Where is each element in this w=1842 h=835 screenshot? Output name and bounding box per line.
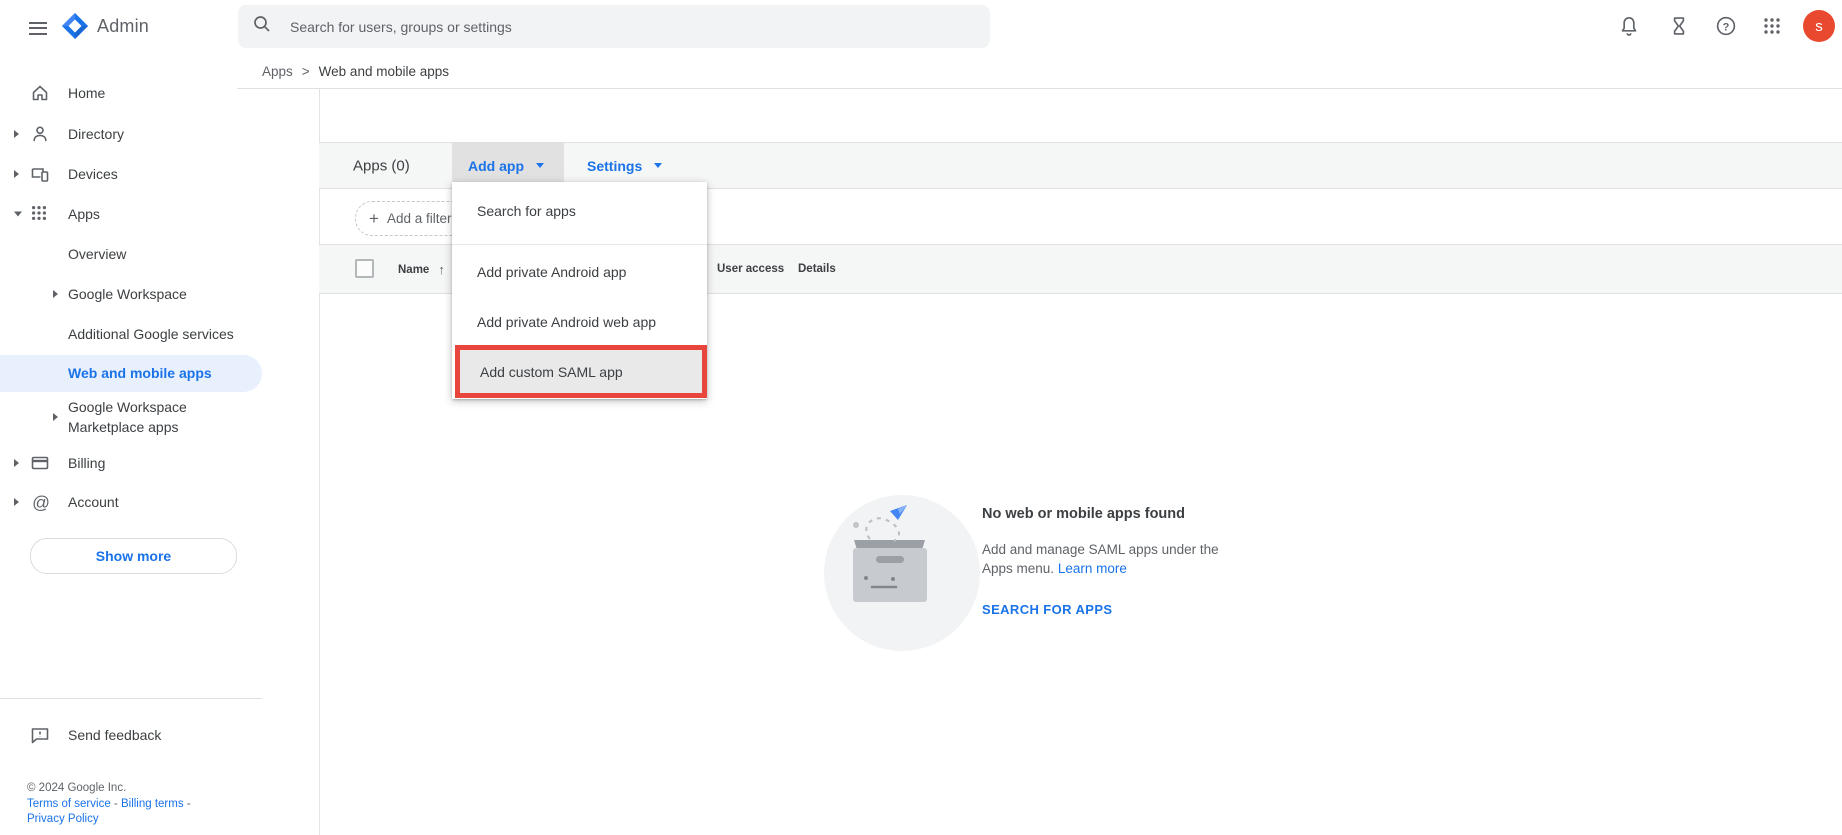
- google-admin-logo-icon: [59, 10, 91, 47]
- empty-state-description: Add and manage SAML apps under the Apps …: [982, 542, 1219, 576]
- copyright-text: © 2024 Google Inc.: [27, 782, 127, 794]
- column-header-details: Details: [798, 263, 836, 275]
- chevron-right-icon: [53, 413, 58, 421]
- menu-item-add-custom-saml-app[interactable]: Add custom SAML app: [460, 350, 702, 393]
- sidebar-item-account[interactable]: @ Account: [0, 482, 319, 522]
- home-icon: [30, 83, 50, 103]
- sidebar-divider: [319, 88, 320, 835]
- billing-terms-link[interactable]: Billing terms: [121, 798, 184, 810]
- avatar-initial: s: [1815, 17, 1823, 35]
- plus-icon: +: [369, 208, 379, 228]
- hamburger-menu-button[interactable]: [29, 18, 47, 38]
- chevron-right-icon: [14, 459, 19, 467]
- apps-grid-icon: [30, 204, 50, 224]
- google-apps-grid-icon[interactable]: [1760, 14, 1784, 38]
- help-icon[interactable]: ?: [1714, 14, 1738, 38]
- notifications-bell-icon[interactable]: [1617, 14, 1641, 38]
- search-for-apps-action-link[interactable]: SEARCH FOR APPS: [982, 602, 1112, 617]
- sidebar-item-marketplace-apps[interactable]: Google Workspace Marketplace apps: [0, 392, 319, 442]
- annotation-highlight-box: Add custom SAML app: [455, 345, 707, 398]
- column-header-name[interactable]: Name ↑: [398, 262, 445, 277]
- sidebar-item-billing[interactable]: Billing: [0, 443, 319, 483]
- search-input[interactable]: [288, 17, 932, 36]
- sort-ascending-icon: ↑: [438, 262, 445, 277]
- devices-icon: [30, 164, 50, 184]
- chevron-right-icon: [14, 498, 19, 506]
- sidebar-item-web-and-mobile-apps[interactable]: Web and mobile apps: [0, 353, 319, 393]
- sidebar-footer-divider: [0, 698, 262, 699]
- chevron-right-icon: [53, 290, 58, 298]
- send-feedback-button[interactable]: Send feedback: [0, 715, 319, 755]
- menu-item-search-for-apps[interactable]: Search for apps: [452, 189, 707, 233]
- product-title: Admin: [97, 16, 150, 36]
- show-more-button[interactable]: Show more: [30, 538, 237, 574]
- select-all-checkbox[interactable]: [355, 259, 374, 278]
- sidebar-item-overview[interactable]: Overview: [0, 234, 319, 274]
- empty-box-illustration: [824, 495, 984, 660]
- privacy-policy-link[interactable]: Privacy Policy: [27, 813, 99, 825]
- page-title: Apps (0): [353, 157, 410, 174]
- add-app-menu: Search for apps Add private Android app …: [452, 182, 707, 399]
- footer-links: Terms of service - Billing terms - Priva…: [27, 798, 191, 825]
- chevron-down-icon: [14, 211, 22, 217]
- sidebar-item-home[interactable]: Home: [0, 73, 319, 113]
- learn-more-link[interactable]: Learn more: [1058, 561, 1127, 576]
- settings-dropdown-button[interactable]: Settings: [587, 158, 663, 174]
- account-avatar[interactable]: s: [1803, 10, 1835, 42]
- menu-divider: [452, 244, 707, 245]
- breadcrumb-current: Web and mobile apps: [318, 64, 450, 79]
- chevron-right-icon: [14, 130, 19, 138]
- sidebar-item-google-workspace[interactable]: Google Workspace: [0, 274, 319, 314]
- terms-of-service-link[interactable]: Terms of service: [27, 798, 111, 810]
- menu-item-add-private-android-app[interactable]: Add private Android app: [452, 250, 707, 294]
- search-icon: [252, 14, 272, 39]
- global-search[interactable]: [238, 5, 990, 48]
- directory-person-icon: [30, 124, 50, 144]
- google-admin-console: Admin ? s Apps: [0, 0, 1842, 835]
- svg-text:@: @: [32, 493, 50, 513]
- empty-state-title: No web or mobile apps found: [982, 506, 1185, 522]
- sidebar-item-devices[interactable]: Devices: [0, 154, 319, 194]
- pending-tasks-hourglass-icon[interactable]: [1667, 14, 1691, 38]
- header-divider: [237, 88, 1842, 89]
- chevron-right-icon: [14, 170, 19, 178]
- sidebar-item-directory[interactable]: Directory: [0, 114, 319, 154]
- menu-item-add-private-android-web-app[interactable]: Add private Android web app: [452, 300, 707, 344]
- billing-card-icon: [30, 453, 50, 473]
- feedback-icon: [30, 725, 50, 745]
- sidebar-item-additional-google-services[interactable]: Additional Google services: [0, 314, 319, 354]
- dropdown-arrow-icon: [536, 163, 544, 168]
- dropdown-arrow-icon: [654, 163, 663, 168]
- sidebar-item-apps[interactable]: Apps: [0, 194, 319, 234]
- account-at-icon: @: [30, 492, 50, 513]
- column-header-user-access: User access: [717, 263, 785, 275]
- svg-text:?: ?: [1723, 21, 1730, 33]
